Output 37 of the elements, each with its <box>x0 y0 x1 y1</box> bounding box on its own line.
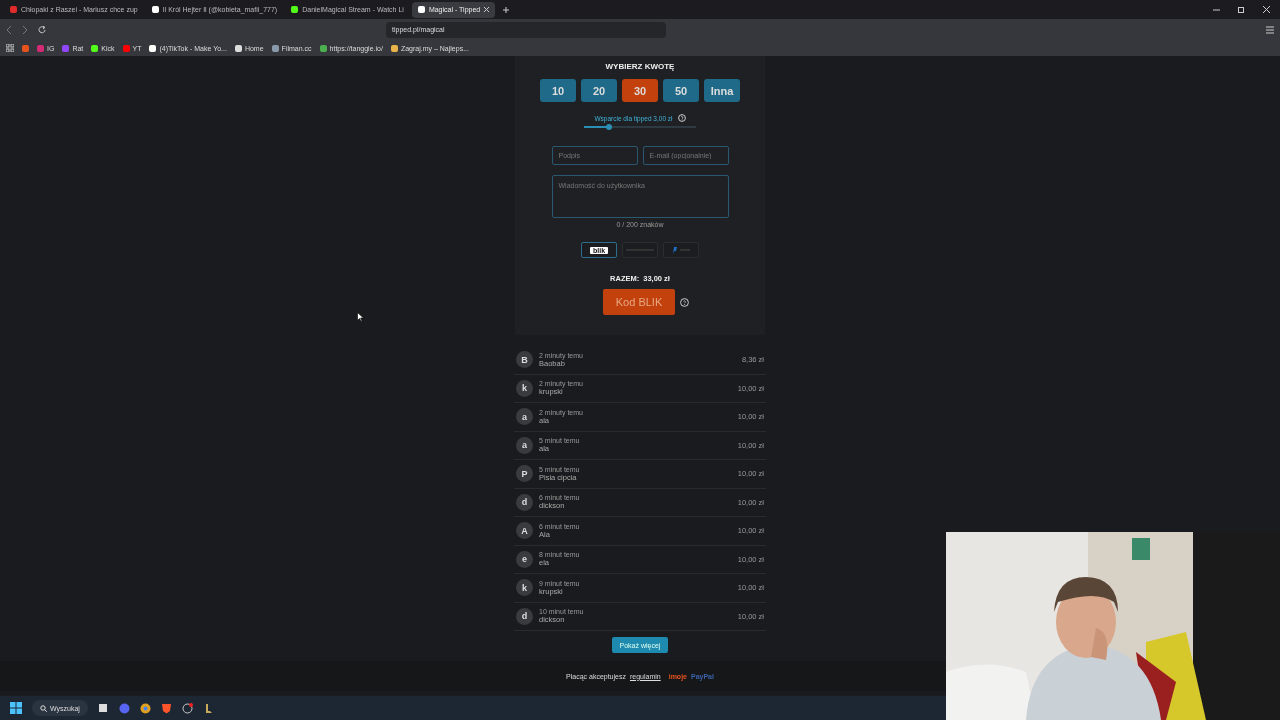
avatar: k <box>516 379 533 397</box>
help-icon[interactable] <box>677 114 686 122</box>
back-icon[interactable] <box>6 25 12 34</box>
avatar: d <box>516 493 533 511</box>
menu-icon[interactable] <box>1266 25 1274 34</box>
app-icon[interactable] <box>160 702 172 714</box>
avatar: P <box>516 465 533 483</box>
close-icon[interactable] <box>1263 6 1270 13</box>
cursor-icon <box>357 312 364 322</box>
forward-icon[interactable] <box>22 25 28 34</box>
app-icon[interactable] <box>139 702 151 714</box>
avatar: d <box>516 607 533 625</box>
minimize-icon[interactable] <box>1213 6 1220 13</box>
amount-button[interactable]: 20 <box>581 79 617 102</box>
apps-icon[interactable] <box>6 44 14 52</box>
avatar: A <box>516 522 533 540</box>
avatar: a <box>516 436 533 454</box>
app-icon[interactable] <box>97 702 109 714</box>
amount-button[interactable]: 50 <box>663 79 699 102</box>
paypal-icon <box>672 246 677 254</box>
help-icon[interactable] <box>680 297 689 307</box>
close-icon[interactable] <box>484 7 490 12</box>
reload-icon[interactable] <box>38 25 46 34</box>
slider-thumb[interactable] <box>605 124 612 130</box>
amount-button[interactable]: Inna <box>704 79 740 102</box>
search-icon <box>40 704 47 712</box>
amount-button[interactable]: 30 <box>622 79 658 102</box>
avatar: k <box>516 579 533 597</box>
app-icon[interactable] <box>181 702 193 714</box>
form-heading: WYBIERZ KWOTĘ <box>605 62 675 71</box>
start-icon[interactable] <box>10 702 22 714</box>
avatar: a <box>516 408 533 426</box>
restore-icon[interactable] <box>1238 6 1245 13</box>
new-tab-icon[interactable] <box>503 6 510 13</box>
amount-button[interactable]: 10 <box>540 79 576 102</box>
avatar: e <box>516 550 533 568</box>
avatar: B <box>516 351 533 369</box>
